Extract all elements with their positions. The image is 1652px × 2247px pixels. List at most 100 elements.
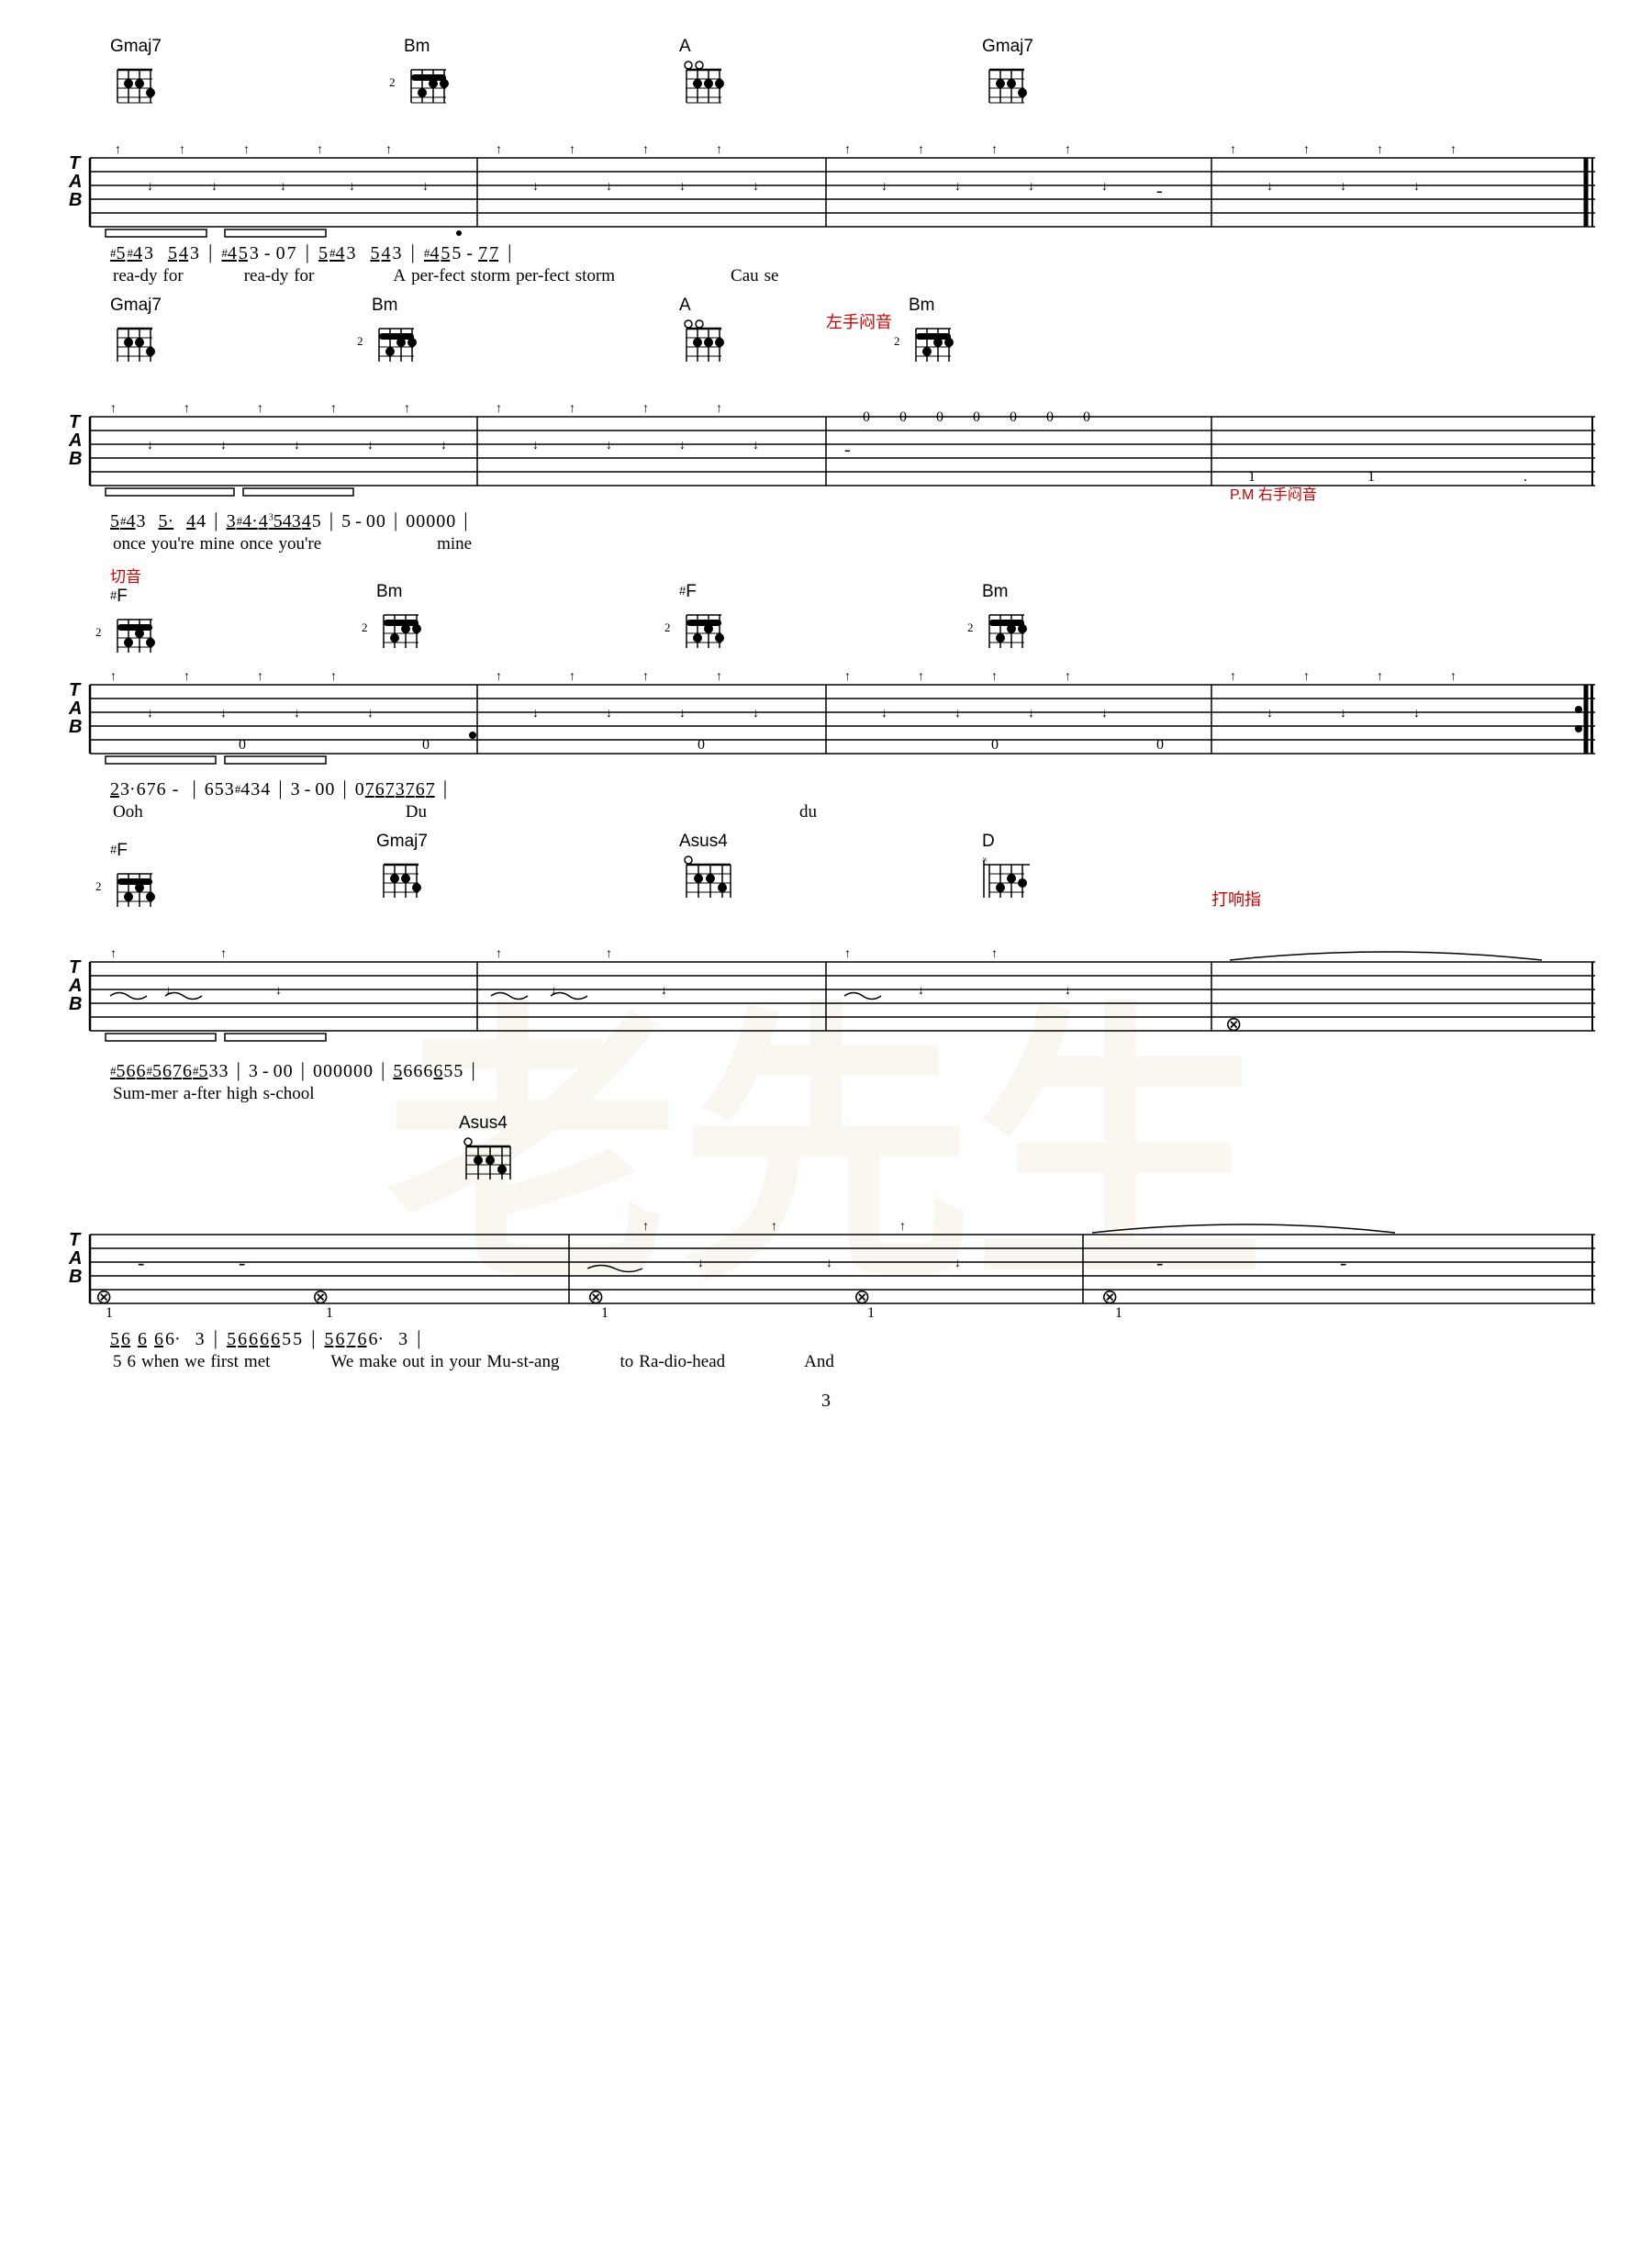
annotation-qieyin: 切音 [110, 564, 160, 587]
svg-text:↑: ↑ [642, 143, 649, 157]
notation-row-3: 2 3· 6 7 6 - | 6 5 3 #4 3 4 | 3 - 0 [110, 777, 1597, 800]
svg-text:↓: ↓ [349, 180, 355, 194]
svg-text:B: B [69, 717, 82, 737]
chord-a-1: A [679, 37, 729, 111]
svg-text:↑: ↑ [716, 670, 722, 684]
svg-text:↑: ↑ [385, 143, 392, 157]
notation-row-2: 5 #4 3 5· 4 4 | 3 #4· 4 3543 4 5 | 5 [110, 509, 1597, 532]
svg-text:↑: ↑ [317, 143, 323, 157]
svg-text:1: 1 [1367, 469, 1375, 485]
svg-text:↓: ↓ [275, 984, 282, 998]
svg-text:↑: ↑ [330, 402, 337, 416]
svg-text:B: B [69, 994, 82, 1014]
svg-text:1: 1 [326, 1305, 333, 1321]
svg-text:↑: ↑ [1450, 670, 1457, 684]
lyrics-row-1: rea-dy for rea-dy for A per-fect storm p… [110, 266, 1597, 286]
svg-text:↓: ↓ [441, 439, 447, 453]
notation-section1: #5 #4 3 5 4 3 | #4 5 3 - 0 7 | 5 #4 [110, 240, 1597, 286]
staff-svg-4: T A B ↑ ↓ ↑ ↓ [55, 925, 1597, 1058]
notation-section2: 5 #4 3 5· 4 4 | 3 #4· 4 3543 4 5 | 5 [110, 509, 1597, 554]
svg-text:↓: ↓ [679, 439, 686, 453]
notation-section5: 5 6 6 6 6· 3 | 5 6 6 6 6 5 5 [110, 1326, 1597, 1372]
svg-text:↑: ↑ [918, 670, 924, 684]
svg-text:B: B [69, 190, 82, 210]
svg-text:↓: ↓ [698, 1257, 704, 1270]
chord-gmaj7-1: Gmaj7 [110, 37, 162, 111]
svg-text:↓: ↓ [1101, 180, 1108, 194]
svg-text:↑: ↑ [642, 402, 649, 416]
svg-text:P.M 右手闷音: P.M 右手闷音 [1230, 486, 1317, 503]
svg-text:↑: ↑ [496, 402, 502, 416]
svg-text:↑: ↑ [1303, 143, 1310, 157]
svg-text:0: 0 [973, 409, 980, 425]
svg-text:0: 0 [1083, 409, 1090, 425]
svg-text:↑: ↑ [179, 143, 185, 157]
svg-text:↑: ↑ [991, 670, 998, 684]
notation-row-1: #5 #4 3 5 4 3 | #4 5 3 - 0 7 | 5 #4 [110, 240, 1597, 264]
svg-text:↓: ↓ [147, 180, 153, 194]
svg-text:T: T [69, 680, 82, 700]
svg-text:↑: ↑ [771, 1220, 777, 1234]
svg-text:↓: ↓ [1340, 707, 1346, 721]
svg-text:T: T [69, 412, 82, 432]
svg-text:↓: ↓ [294, 707, 300, 721]
svg-text:0: 0 [936, 409, 943, 425]
svg-text:0: 0 [1046, 409, 1054, 425]
svg-text:↓: ↓ [826, 1257, 832, 1270]
svg-text:A: A [68, 430, 82, 451]
lyrics-row-3: Ooh Du du [110, 802, 1597, 822]
svg-text:↑: ↑ [569, 143, 575, 157]
svg-text:↑: ↑ [716, 402, 722, 416]
svg-text:-: - [138, 1251, 144, 1274]
chord-gmaj7-s2: Gmaj7 [110, 296, 162, 370]
section-3: 切音 #F 2 [55, 564, 1597, 822]
svg-text:1: 1 [1115, 1305, 1122, 1321]
svg-text:↓: ↓ [753, 707, 759, 721]
svg-text:↑: ↑ [1450, 143, 1457, 157]
chord-diagram-gmaj7 [110, 59, 160, 106]
svg-text:↑: ↑ [1065, 143, 1071, 157]
svg-text:A: A [68, 976, 82, 996]
svg-text:↑: ↑ [184, 670, 190, 684]
svg-text:↓: ↓ [606, 707, 612, 721]
svg-text:↑: ↑ [844, 670, 851, 684]
svg-text:↓: ↓ [1028, 180, 1034, 194]
svg-text:0: 0 [1010, 409, 1017, 425]
svg-text:↓: ↓ [881, 180, 887, 194]
svg-text:↑: ↑ [991, 143, 998, 157]
chord-bm-s2: Bm 2 [372, 296, 421, 370]
chord-bm-1: Bm 2 [404, 37, 453, 111]
svg-text:↑: ↑ [257, 402, 263, 416]
svg-text:↑: ↑ [257, 670, 263, 684]
svg-text:0: 0 [698, 737, 705, 753]
svg-text:↑: ↑ [642, 670, 649, 684]
svg-text:↓: ↓ [532, 707, 539, 721]
staff-svg-2: T A B ↑ ↓ ↑ ↓ ↑ ↓ ↑ [55, 380, 1597, 509]
chord-diagram-a [679, 59, 729, 106]
svg-text:B: B [69, 1267, 82, 1287]
svg-text:↓: ↓ [165, 984, 172, 998]
lyrics-row-2: once you're mine once you're mine [110, 534, 1597, 554]
svg-text:↑: ↑ [1377, 143, 1383, 157]
page-number: 3 [55, 1391, 1597, 1430]
svg-text:↓: ↓ [220, 707, 227, 721]
svg-text:↓: ↓ [532, 180, 539, 194]
svg-text:↑: ↑ [496, 947, 502, 961]
chord-Fsharp-s3a: 切音 #F 2 [110, 564, 160, 661]
svg-text:↓: ↓ [881, 707, 887, 721]
svg-text:↑: ↑ [496, 143, 502, 157]
svg-text:↓: ↓ [954, 1257, 961, 1270]
svg-text:↓: ↓ [532, 439, 539, 453]
svg-text:↑: ↑ [243, 143, 250, 157]
svg-text:0: 0 [239, 737, 246, 753]
svg-text:↓: ↓ [147, 439, 153, 453]
chord-Fsharp-s3b: #F 2 [679, 582, 729, 656]
chord-asus4-s4: Asus4 [679, 832, 738, 906]
svg-text:↓: ↓ [280, 180, 286, 194]
svg-text:↓: ↓ [753, 180, 759, 194]
svg-text:↓: ↓ [661, 984, 667, 998]
svg-text:↑: ↑ [844, 143, 851, 157]
svg-text:↑: ↑ [330, 670, 337, 684]
chord-gmaj7-2: Gmaj7 [982, 37, 1033, 111]
svg-text:↓: ↓ [918, 984, 924, 998]
